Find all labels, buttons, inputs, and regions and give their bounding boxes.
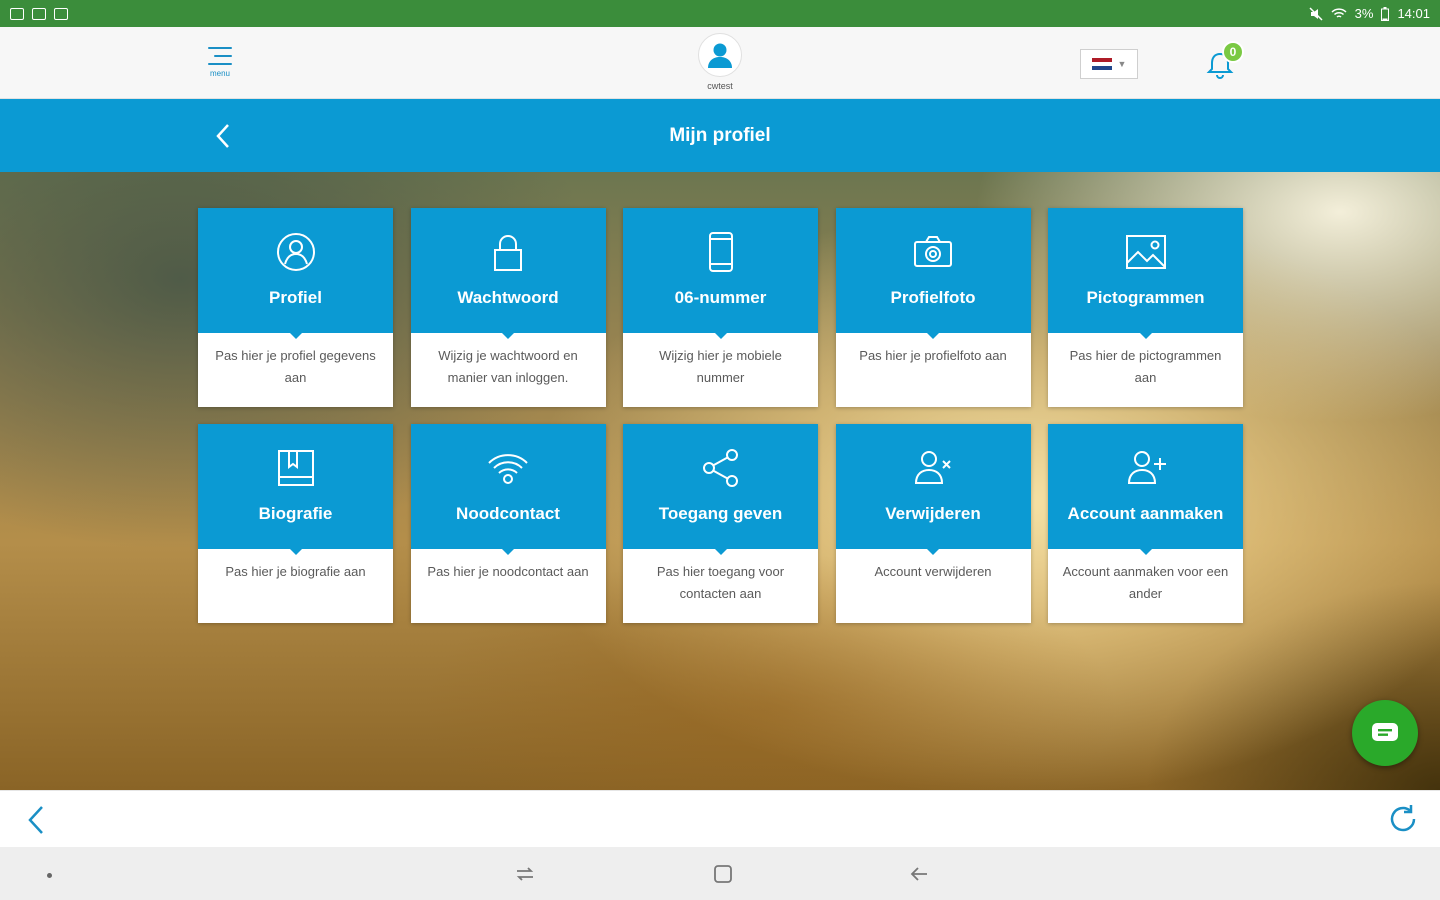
tile-verwijderen[interactable]: Verwijderen Account verwijderen	[835, 424, 1031, 623]
user-profile-button[interactable]: cwtest	[690, 33, 750, 91]
browser-nav-bar	[0, 790, 1440, 847]
tile-title: 06-nummer	[674, 288, 767, 307]
user-remove-icon	[911, 446, 955, 490]
image-icon	[1124, 230, 1168, 274]
tile-title: Verwijderen	[885, 504, 981, 523]
tile-title: Account aanmaken	[1067, 504, 1224, 523]
camera-icon	[911, 230, 955, 274]
recent-apps-button[interactable]	[512, 861, 538, 887]
avatar	[698, 33, 742, 77]
system-nav-bar	[0, 847, 1440, 900]
tile-title: Profiel	[269, 288, 322, 307]
profile-icon	[274, 230, 318, 274]
title-bar: Mijn profiel	[0, 99, 1440, 172]
tile-title: Wachtwoord	[457, 288, 559, 307]
wifi-icon	[486, 446, 530, 490]
notification-icon	[54, 7, 68, 20]
book-icon	[274, 446, 318, 490]
tile-header: Verwijderen	[835, 424, 1031, 555]
lock-icon	[486, 230, 530, 274]
tile-header: Toegang geven	[623, 424, 818, 555]
profile-tiles-grid: Profiel Pas hier je profiel gegevens aan…	[198, 208, 1244, 623]
tile-title: Profielfoto	[890, 288, 976, 307]
battery-icon	[1381, 6, 1390, 21]
home-square-icon	[714, 865, 732, 883]
notification-badge: 0	[1222, 41, 1244, 63]
tile-title: Pictogrammen	[1086, 288, 1205, 307]
tile-profielfoto[interactable]: Profielfoto Pas hier je profielfoto aan	[835, 208, 1031, 407]
tile-description: Wijzig je wachtwoord en manier van inlog…	[438, 348, 578, 385]
wifi-signal-icon	[1331, 7, 1347, 18]
tile-header: Noodcontact	[410, 424, 606, 555]
status-notification-icons	[10, 7, 68, 20]
status-bar: 3% 14:01	[0, 0, 1440, 27]
tile-title: Noodcontact	[456, 504, 560, 523]
mute-icon	[1309, 6, 1323, 21]
tile-header: Wachtwoord	[410, 208, 606, 339]
tile-pictogrammen[interactable]: Pictogrammen Pas hier de pictogrammen aa…	[1048, 208, 1243, 407]
chevron-left-icon	[28, 806, 43, 834]
tile-description: Pas hier je profiel gegevens aan	[215, 348, 376, 385]
battery-percent: 3%	[1354, 6, 1374, 21]
system-back-button[interactable]	[906, 861, 932, 887]
status-right: 3% 14:01	[1309, 6, 1430, 21]
tile-toegang-geven[interactable]: Toegang geven Pas hier toegang voor cont…	[623, 424, 818, 623]
share-icon	[699, 446, 743, 490]
notification-icon	[32, 7, 46, 20]
user-name: cwtest	[707, 81, 733, 91]
user-icon	[708, 43, 732, 68]
tile-title: Toegang geven	[658, 504, 783, 523]
language-select[interactable]: ▼	[1080, 49, 1138, 79]
chat-icon	[1372, 723, 1398, 741]
tile-header: Biografie	[198, 424, 393, 555]
tile-profiel[interactable]: Profiel Pas hier je profiel gegevens aan	[198, 208, 393, 407]
home-button[interactable]	[710, 861, 736, 887]
user-add-icon	[1124, 446, 1168, 490]
hamburger-icon	[208, 47, 232, 71]
tile-header: Account aanmaken	[1048, 424, 1243, 555]
tile-wachtwoord[interactable]: Wachtwoord Wijzig je wachtwoord en manie…	[410, 208, 606, 407]
nav-dot-indicator	[47, 873, 52, 878]
tile-header: Pictogrammen	[1048, 208, 1243, 339]
app-header: menu cwtest ▼ 0	[0, 27, 1440, 99]
tile-noodcontact[interactable]: Noodcontact Pas hier je noodcontact aan	[410, 424, 606, 623]
chat-button[interactable]	[1352, 700, 1418, 766]
tile-header: Profiel	[198, 208, 393, 339]
menu-label: menu	[209, 69, 230, 78]
tile-description: Account aanmaken voor een ander	[1062, 564, 1229, 601]
tile-description: Pas hier toegang voor contacten aan	[656, 564, 785, 601]
flag-stripe-blue	[1091, 66, 1112, 71]
recent-apps-icon	[516, 867, 534, 881]
back-button[interactable]	[206, 119, 240, 153]
tile-title: Biografie	[258, 504, 333, 523]
status-time: 14:01	[1397, 6, 1430, 21]
tile-account-aanmaken[interactable]: Account aanmaken Account aanmaken voor e…	[1048, 424, 1243, 623]
tile-header: 06-nummer	[623, 208, 818, 339]
dutch-flag-icon	[1091, 57, 1112, 71]
chevron-left-icon	[216, 124, 229, 148]
refresh-icon	[1390, 805, 1416, 832]
notification-icon	[10, 7, 24, 20]
tile-biografie[interactable]: Biografie Pas hier je biografie aan	[198, 424, 393, 623]
tile-description: Pas hier de pictogrammen aan	[1069, 348, 1222, 385]
menu-button[interactable]: menu	[202, 43, 238, 85]
tile-header: Profielfoto	[835, 208, 1031, 339]
reload-button[interactable]	[1386, 802, 1420, 836]
tile-description: Wijzig hier je mobiele nummer	[659, 348, 782, 385]
arrow-left-icon	[910, 867, 927, 881]
phone-icon	[699, 230, 743, 274]
tile-06-nummer[interactable]: 06-nummer Wijzig hier je mobiele nummer	[623, 208, 818, 407]
browser-back-button[interactable]	[20, 803, 54, 837]
chevron-down-icon: ▼	[1117, 59, 1127, 69]
